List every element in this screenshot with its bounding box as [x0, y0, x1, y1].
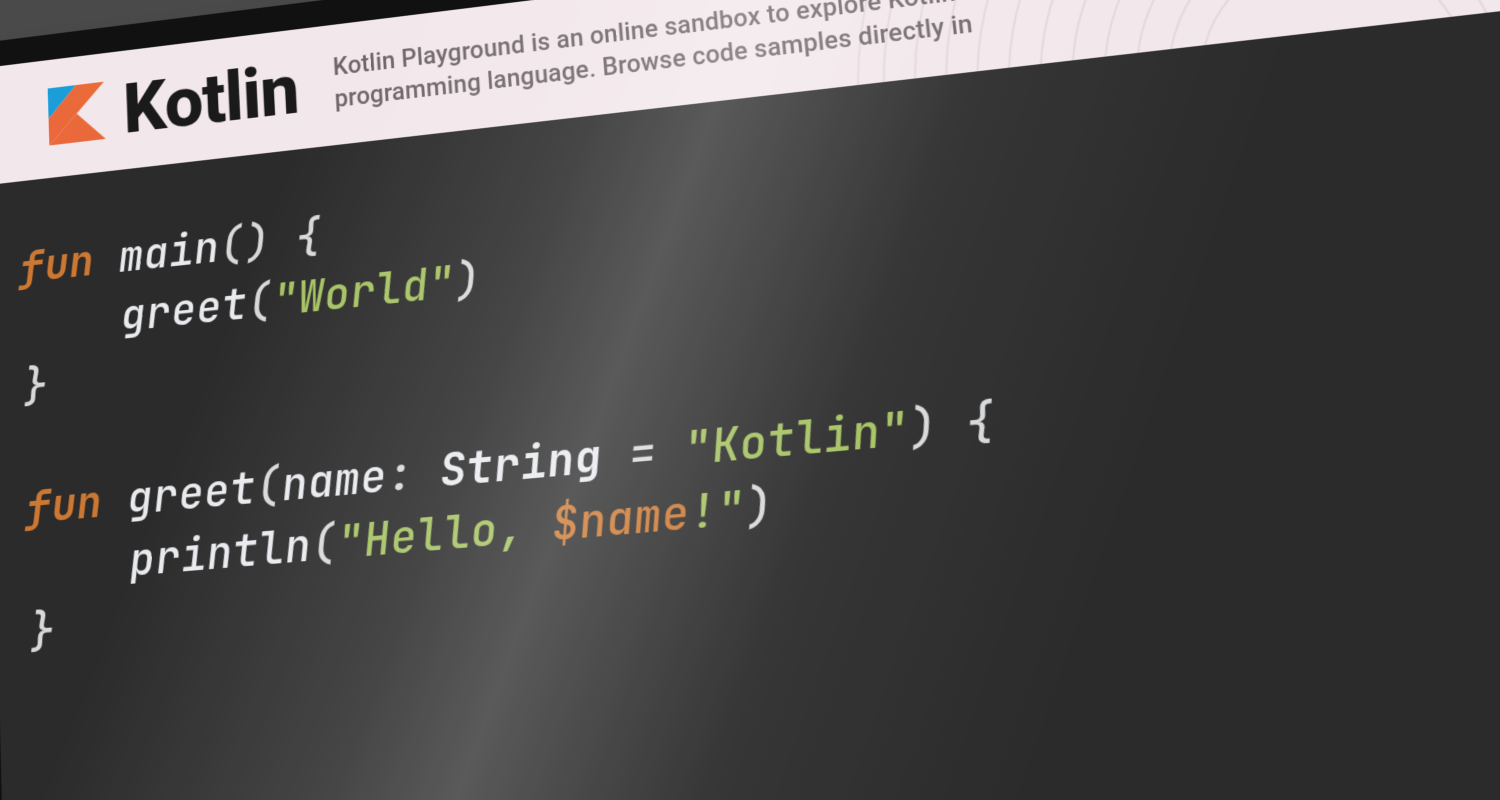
param-name: name	[280, 447, 388, 514]
screen: Kotlin Kotlin Playground is an online sa…	[0, 0, 1500, 800]
call-println: println	[129, 517, 313, 591]
call-greet: greet	[120, 276, 249, 345]
keyword-fun: fun	[26, 473, 103, 537]
brand: Kotlin	[47, 48, 300, 158]
string-hello-open: "Hello,	[336, 496, 554, 573]
fn-greet: greet	[126, 459, 257, 528]
brand-name: Kotlin	[122, 48, 301, 150]
template-var: $name	[550, 484, 692, 555]
string-hello-close: !"	[687, 479, 748, 544]
keyword-fun: fun	[19, 233, 95, 296]
string-kotlin: "Kotlin"	[682, 399, 912, 479]
type-string: String	[438, 427, 604, 500]
code-block[interactable]: fun main() { greet("World") } fun greet(…	[19, 70, 1500, 663]
fn-main: main	[118, 219, 221, 285]
kotlin-logo-icon	[48, 82, 106, 149]
